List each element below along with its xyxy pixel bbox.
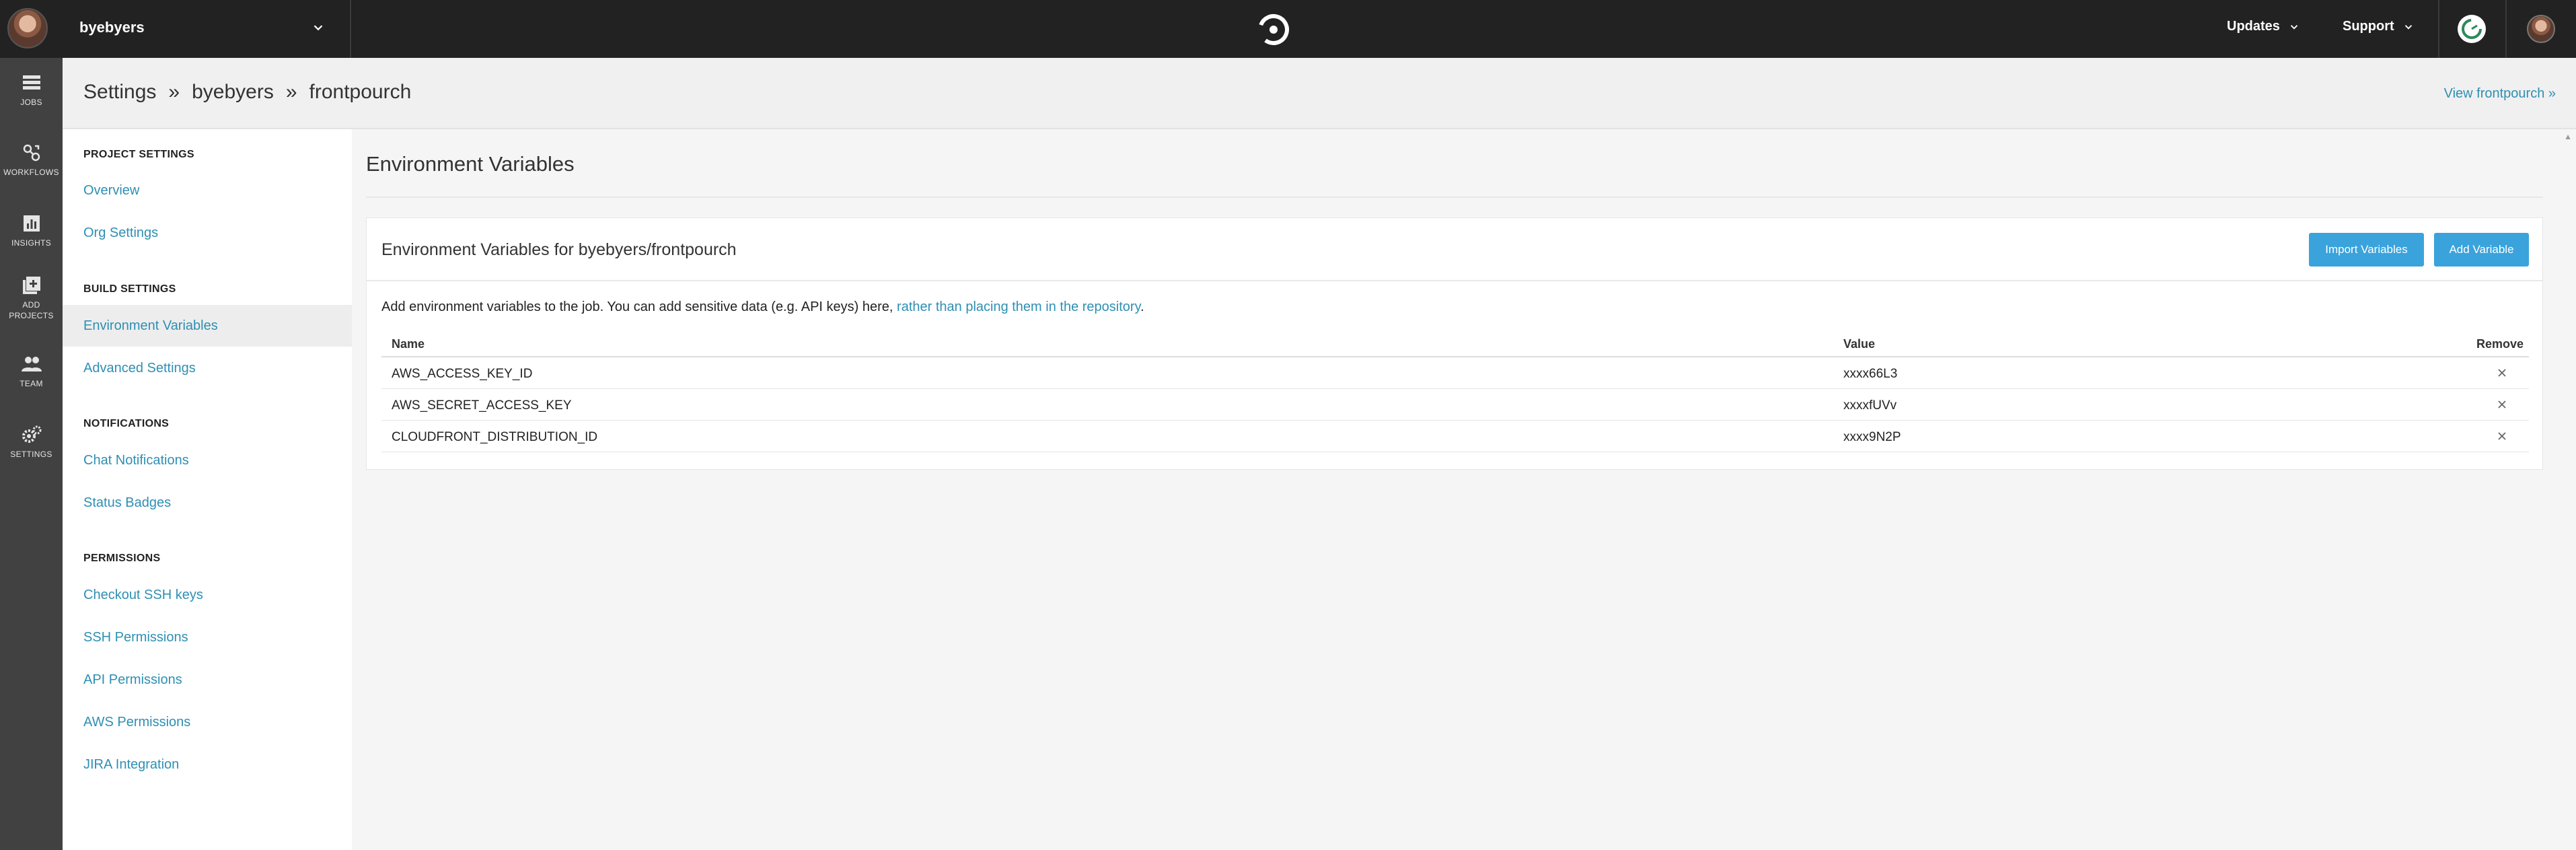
remove-icon[interactable]: [2495, 366, 2509, 380]
remove-icon[interactable]: [2495, 398, 2509, 411]
nav-workflows-label: WORKFLOWS: [3, 168, 59, 177]
org-switcher[interactable]: byebyers: [0, 0, 351, 58]
nav-team-label: TEAM: [20, 379, 43, 388]
chevron-down-icon: [314, 25, 323, 31]
chevron-down-icon: [2404, 24, 2412, 30]
breadcrumb-separator: »: [168, 81, 180, 103]
status-icon[interactable]: [2458, 15, 2486, 43]
divider: [2505, 0, 2507, 58]
column-header-name: Name: [392, 337, 425, 351]
left-nav: JOBS WORKFLOWS INSIGHTS ADD PROJECTS TEA…: [0, 58, 63, 850]
sidebar-item-api-permissions[interactable]: API Permissions: [83, 672, 182, 688]
updates-menu[interactable]: Updates: [2227, 19, 2300, 34]
org-name: byebyers: [79, 19, 145, 36]
variable-value: xxxx66L3: [1843, 367, 1898, 381]
settings-icon: [22, 425, 41, 443]
add-variable-button[interactable]: Add Variable: [2434, 233, 2529, 267]
sidebar-item-aws-permissions[interactable]: AWS Permissions: [83, 715, 190, 730]
sidebar-item-environment-variables[interactable]: Environment Variables: [83, 318, 218, 334]
page-title: Environment Variables: [366, 152, 575, 176]
breadcrumb-separator: »: [285, 81, 297, 103]
user-avatar[interactable]: [2527, 15, 2555, 43]
table-header: Name Value Remove: [381, 330, 2529, 357]
circleci-logo-icon[interactable]: [1257, 13, 1290, 46]
table-row: AWS_ACCESS_KEY_ID xxxx66L3: [381, 357, 2529, 389]
variable-value: xxxx9N2P: [1843, 430, 1901, 444]
table-row: AWS_SECRET_ACCESS_KEY xxxxfUVv: [381, 389, 2529, 421]
view-project-link[interactable]: View frontpourch »: [2444, 86, 2556, 102]
nav-add-projects[interactable]: ADD PROJECTS: [0, 275, 63, 321]
import-variables-button[interactable]: Import Variables: [2309, 233, 2424, 267]
nav-workflows[interactable]: WORKFLOWS: [0, 143, 63, 178]
nav-insights-label: INSIGHTS: [11, 238, 52, 248]
variable-value: xxxxfUVv: [1843, 398, 1897, 413]
team-icon: [21, 357, 42, 371]
card-title: Environment Variables for byebyers/front…: [381, 240, 737, 259]
divider: [2438, 0, 2439, 58]
section-permissions: PERMISSIONS: [83, 553, 161, 564]
jobs-icon: [22, 75, 40, 90]
nav-insights[interactable]: INSIGHTS: [0, 213, 63, 248]
breadcrumb-org[interactable]: byebyers: [192, 81, 274, 104]
top-bar: byebyers Updates Support: [0, 0, 2576, 58]
table-row: CLOUDFRONT_DISTRIBUTION_ID xxxx9N2P: [381, 421, 2529, 452]
chevron-down-icon: [2290, 24, 2298, 30]
section-project-settings: PROJECT SETTINGS: [83, 149, 194, 160]
description-text: Add environment variables to the job. Yo…: [381, 299, 893, 314]
breadcrumb-project[interactable]: frontpourch: [309, 81, 412, 104]
column-header-value: Value: [1843, 337, 1876, 351]
nav-add-projects-label-1: ADD: [22, 300, 40, 310]
nav-jobs-label: JOBS: [20, 98, 42, 107]
section-build-settings: BUILD SETTINGS: [83, 283, 176, 295]
variable-name: AWS_ACCESS_KEY_ID: [392, 367, 533, 381]
sidebar-item-chat-notifications[interactable]: Chat Notifications: [83, 453, 189, 468]
sidebar-item-advanced-settings[interactable]: Advanced Settings: [83, 361, 196, 376]
support-menu[interactable]: Support: [2343, 19, 2415, 34]
variable-name: CLOUDFRONT_DISTRIBUTION_ID: [392, 430, 598, 444]
repository-link[interactable]: rather than placing them in the reposito…: [897, 299, 1140, 314]
sidebar-item-org-settings[interactable]: Org Settings: [83, 225, 158, 241]
sidebar-item-ssh-permissions[interactable]: SSH Permissions: [83, 630, 188, 645]
breadcrumb-bar: Settings » byebyers » frontpourch View f…: [63, 58, 2576, 129]
add-projects-icon: [22, 277, 40, 294]
org-avatar: [7, 8, 48, 48]
scroll-up-arrow-icon[interactable]: ▲: [2564, 132, 2572, 141]
support-label: Support: [2343, 19, 2394, 34]
remove-icon[interactable]: [2495, 429, 2509, 443]
sidebar-item-checkout-ssh-keys[interactable]: Checkout SSH keys: [83, 588, 203, 603]
section-notifications: NOTIFICATIONS: [83, 418, 170, 429]
sidebar-item-overview[interactable]: Overview: [83, 183, 139, 199]
env-vars-card: Environment Variables for byebyers/front…: [366, 217, 2543, 470]
column-header-remove: Remove: [2476, 337, 2524, 351]
divider: [366, 197, 2543, 198]
breadcrumb: Settings » byebyers » frontpourch: [83, 81, 411, 104]
card-header: Environment Variables for byebyers/front…: [367, 218, 2542, 281]
updates-label: Updates: [2227, 19, 2280, 34]
nav-team[interactable]: TEAM: [0, 354, 63, 389]
nav-add-projects-label-2: PROJECTS: [9, 311, 54, 320]
settings-sidebar: PROJECT SETTINGS Overview Org Settings B…: [63, 129, 352, 850]
nav-settings[interactable]: SETTINGS: [0, 425, 63, 460]
sidebar-item-jira-integration[interactable]: JIRA Integration: [83, 757, 179, 773]
variable-name: AWS_SECRET_ACCESS_KEY: [392, 398, 572, 413]
nav-jobs[interactable]: JOBS: [0, 73, 63, 108]
workflows-icon: [23, 144, 40, 162]
nav-settings-label: SETTINGS: [10, 450, 52, 459]
breadcrumb-settings[interactable]: Settings: [83, 81, 156, 104]
insights-icon: [23, 215, 40, 232]
card-description: Add environment variables to the job. Yo…: [381, 299, 1144, 315]
sidebar-item-status-badges[interactable]: Status Badges: [83, 495, 171, 511]
description-end: .: [1140, 299, 1144, 314]
